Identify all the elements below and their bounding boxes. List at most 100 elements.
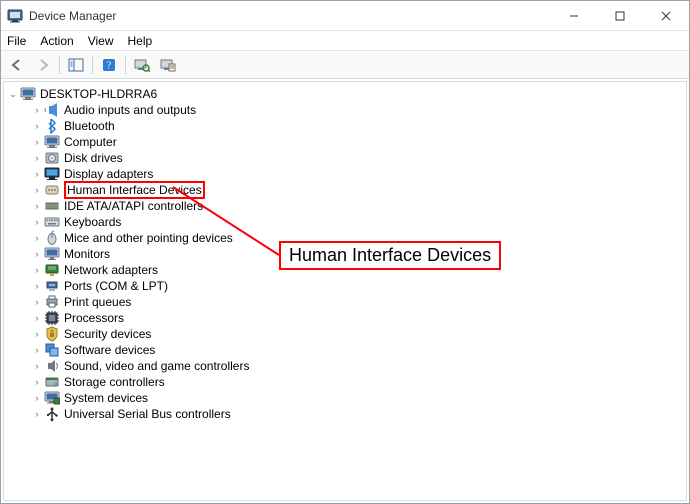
menu-bar: File Action View Help xyxy=(1,31,689,51)
back-button[interactable] xyxy=(5,54,29,76)
category-security[interactable]: › Security devices xyxy=(26,326,686,342)
expander-icon[interactable]: › xyxy=(32,137,42,147)
category-display[interactable]: › Display adapters xyxy=(26,166,686,182)
expander-icon[interactable]: › xyxy=(32,313,42,323)
expander-icon[interactable]: › xyxy=(32,201,42,211)
window-controls xyxy=(551,1,689,30)
category-label: Display adapters xyxy=(64,167,153,181)
category-label: Software devices xyxy=(64,343,155,357)
category-label: Disk drives xyxy=(64,151,123,165)
usb-icon xyxy=(44,406,60,422)
scan-hardware-button[interactable] xyxy=(130,54,154,76)
expander-icon[interactable]: › xyxy=(32,249,42,259)
expander-icon[interactable]: › xyxy=(32,393,42,403)
category-label: Print queues xyxy=(64,295,131,309)
category-system[interactable]: ›System devices xyxy=(26,390,686,406)
expander-icon[interactable]: › xyxy=(32,233,42,243)
expander-icon[interactable]: › xyxy=(32,361,42,371)
category-label: Audio inputs and outputs xyxy=(64,103,196,117)
close-button[interactable] xyxy=(643,1,689,30)
category-software[interactable]: › Software devices xyxy=(26,342,686,358)
category-label: Security devices xyxy=(64,327,151,341)
expander-icon[interactable]: › xyxy=(32,281,42,291)
category-keyboard[interactable]: › Keyboards xyxy=(26,214,686,230)
forward-button[interactable] xyxy=(31,54,55,76)
toolbar-separator xyxy=(59,56,60,74)
printer-icon xyxy=(44,294,60,310)
window-title: Device Manager xyxy=(29,9,116,23)
port-icon xyxy=(44,278,60,294)
category-sound[interactable]: › Sound, video and game controllers xyxy=(26,358,686,374)
category-storage[interactable]: ›Storage controllers xyxy=(26,374,686,390)
expander-icon[interactable]: › xyxy=(32,409,42,419)
display-icon xyxy=(44,166,60,182)
expander-icon[interactable]: › xyxy=(32,217,42,227)
network-icon xyxy=(44,262,60,278)
menu-view[interactable]: View xyxy=(88,34,114,48)
expander-icon[interactable]: › xyxy=(32,105,42,115)
svg-text:?: ? xyxy=(107,60,112,71)
expander-icon[interactable]: ⌄ xyxy=(8,89,18,99)
cpu-icon xyxy=(44,310,60,326)
system-icon xyxy=(44,390,60,406)
help-toolbar-button[interactable]: ? xyxy=(97,54,121,76)
expander-icon[interactable]: › xyxy=(32,345,42,355)
category-hid[interactable]: ›Human Interface Devices xyxy=(26,182,686,198)
storage-icon xyxy=(44,374,60,390)
computer-icon xyxy=(20,86,36,102)
expander-icon[interactable]: › xyxy=(32,377,42,387)
category-label: Universal Serial Bus controllers xyxy=(64,407,231,421)
category-label: IDE ATA/ATAPI controllers xyxy=(64,199,203,213)
hid-icon xyxy=(44,182,60,198)
software-icon xyxy=(44,342,60,358)
category-audio[interactable]: › Audio inputs and outputs xyxy=(26,102,686,118)
category-printer[interactable]: › Print queues xyxy=(26,294,686,310)
category-label: Sound, video and game controllers xyxy=(64,359,249,373)
menu-action[interactable]: Action xyxy=(40,34,73,48)
menu-help[interactable]: Help xyxy=(128,34,153,48)
category-label: Processors xyxy=(64,311,124,325)
minimize-button[interactable] xyxy=(551,1,597,30)
category-cpu[interactable]: › Processors xyxy=(26,310,686,326)
device-tree[interactable]: ⌄ DESKTOP-HLDRRA6 › Audio inputs and outp… xyxy=(3,81,687,501)
category-label: Ports (COM & LPT) xyxy=(64,279,168,293)
show-hide-console-tree-button[interactable] xyxy=(64,54,88,76)
root-label: DESKTOP-HLDRRA6 xyxy=(40,87,157,101)
category-ide[interactable]: › IDE ATA/ATAPI controllers xyxy=(26,198,686,214)
mouse-icon xyxy=(44,230,60,246)
toolbar-separator xyxy=(92,56,93,74)
disk-icon xyxy=(44,150,60,166)
toolbar-separator xyxy=(125,56,126,74)
sound-icon xyxy=(44,358,60,374)
expander-icon[interactable]: › xyxy=(32,265,42,275)
category-computer[interactable]: › Computer xyxy=(26,134,686,150)
category-port[interactable]: › Ports (COM & LPT) xyxy=(26,278,686,294)
maximize-button[interactable] xyxy=(597,1,643,30)
category-label: Mice and other pointing devices xyxy=(64,231,233,245)
root-node[interactable]: ⌄ DESKTOP-HLDRRA6 xyxy=(8,86,686,102)
expander-icon[interactable]: › xyxy=(32,169,42,179)
category-label: Keyboards xyxy=(64,215,121,229)
menu-file[interactable]: File xyxy=(7,34,26,48)
category-disk[interactable]: › Disk drives xyxy=(26,150,686,166)
annotation-callout: Human Interface Devices xyxy=(279,241,501,270)
ide-icon xyxy=(44,198,60,214)
device-manager-window: Device Manager File Action View Help ? ⌄ xyxy=(0,0,690,504)
category-label: Computer xyxy=(64,135,117,149)
expander-icon[interactable]: › xyxy=(32,121,42,131)
category-usb[interactable]: › Universal Serial Bus controllers xyxy=(26,406,686,422)
expander-icon[interactable]: › xyxy=(32,297,42,307)
monitor-icon xyxy=(44,246,60,262)
expander-icon[interactable]: › xyxy=(32,153,42,163)
category-label: Network adapters xyxy=(64,263,158,277)
security-icon xyxy=(44,326,60,342)
category-bluetooth[interactable]: ›Bluetooth xyxy=(26,118,686,134)
category-label: Monitors xyxy=(64,247,110,261)
properties-button[interactable] xyxy=(156,54,180,76)
expander-icon[interactable]: › xyxy=(32,329,42,339)
audio-icon xyxy=(44,102,60,118)
title-bar: Device Manager xyxy=(1,1,689,31)
keyboard-icon xyxy=(44,214,60,230)
computer-icon xyxy=(44,134,60,150)
expander-icon[interactable]: › xyxy=(32,185,42,195)
